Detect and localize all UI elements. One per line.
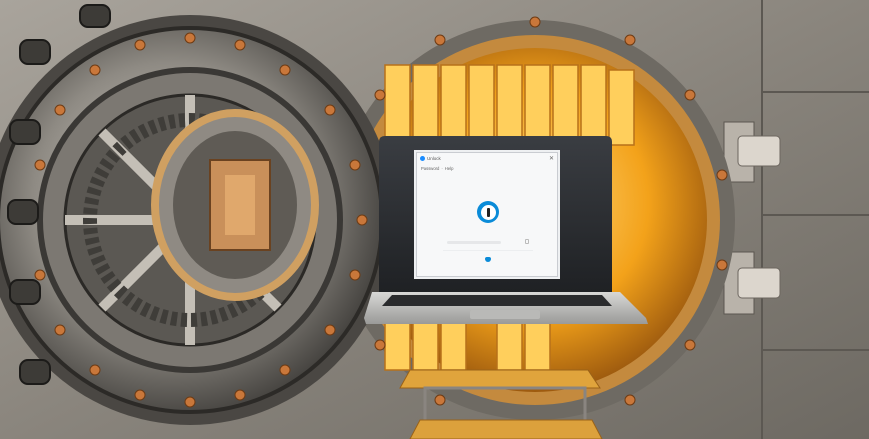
app-icon	[420, 156, 425, 161]
close-icon[interactable]: ✕	[549, 155, 554, 162]
menu-item-password[interactable]: Password	[421, 166, 439, 171]
password-input[interactable]	[447, 241, 501, 244]
app-window: Unlock ✕ Password · Help	[416, 152, 558, 277]
logo-inner	[480, 204, 496, 220]
lock-icon	[525, 239, 529, 244]
menu-bar: Password · Help	[417, 164, 557, 172]
unlock-button[interactable]	[485, 257, 491, 262]
divider	[443, 250, 533, 251]
logo-bar	[486, 207, 490, 217]
menu-item-help[interactable]: Help	[445, 166, 454, 171]
title-bar: Unlock ✕	[417, 153, 557, 164]
menu-separator: ·	[441, 165, 443, 171]
1password-logo-icon	[477, 201, 499, 223]
window-title: Unlock	[427, 156, 441, 161]
